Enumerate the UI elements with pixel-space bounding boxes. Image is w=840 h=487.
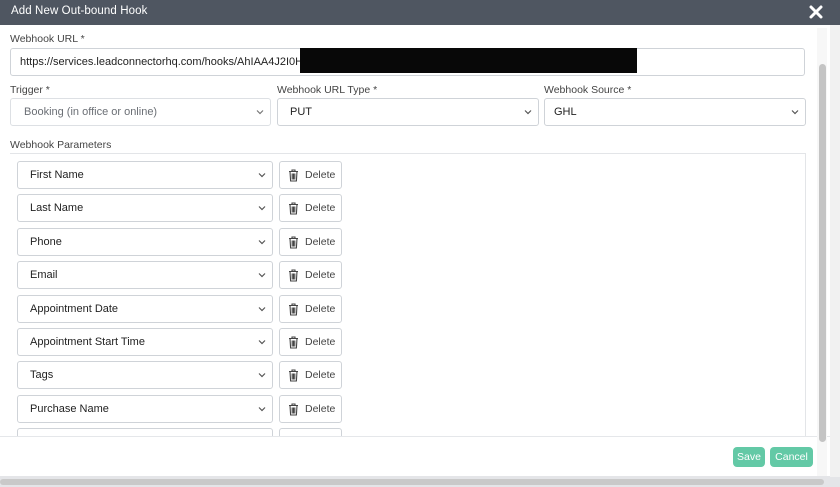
parameter-field-select[interactable]: Email — [17, 261, 273, 289]
url-type-selected-value: PUT — [290, 106, 312, 118]
delete-parameter-button[interactable]: Delete — [279, 395, 342, 423]
trigger-selected-value: Booking (in office or online) — [24, 106, 158, 118]
chevron-down-icon — [258, 307, 266, 312]
chevron-down-icon — [258, 240, 266, 245]
parameter-row: Last Name Delete — [17, 194, 347, 222]
delete-parameter-button[interactable]: Delete — [279, 161, 342, 189]
trash-icon — [289, 269, 298, 282]
parameter-row: Phone Delete — [17, 228, 347, 256]
chevron-down-icon — [258, 173, 266, 178]
save-button[interactable]: Save — [733, 447, 765, 467]
parameter-field-select[interactable]: Purchase Name — [17, 395, 273, 423]
add-outbound-hook-modal: Add New Out-bound Hook Webhook URL * htt… — [0, 0, 840, 476]
cancel-button[interactable]: Cancel — [770, 447, 813, 467]
modal-title: Add New Out-bound Hook — [11, 5, 148, 17]
parameter-field-value: Email — [30, 269, 58, 281]
parameter-field-value: Tags — [30, 369, 54, 381]
horizontal-scrollbar[interactable] — [0, 479, 824, 485]
delete-parameter-button[interactable]: Delete — [279, 194, 342, 222]
trash-icon — [289, 169, 298, 182]
delete-label: Delete — [305, 303, 336, 315]
delete-label: Delete — [305, 169, 336, 181]
delete-label: Delete — [305, 269, 336, 281]
parameter-field-select[interactable]: Last Name — [17, 194, 273, 222]
chevron-down-icon — [258, 206, 266, 211]
delete-parameter-button[interactable]: Delete — [279, 228, 342, 256]
parameter-field-select[interactable]: Phone — [17, 228, 273, 256]
chevron-down-icon — [791, 110, 799, 115]
chevron-down-icon — [256, 110, 264, 115]
page-scroll-gutter — [830, 25, 840, 477]
parameter-field-select[interactable]: Appointment Date — [17, 295, 273, 323]
parameter-field-value: First Name — [30, 169, 84, 181]
delete-label: Delete — [305, 236, 336, 248]
delete-label: Delete — [305, 403, 336, 415]
chevron-down-icon — [258, 373, 266, 378]
parameter-row: Tags Delete — [17, 361, 347, 389]
parameter-field-select[interactable]: Appointment Start Time — [17, 328, 273, 356]
trash-icon — [289, 369, 298, 382]
source-label: Webhook Source * — [544, 84, 632, 96]
delete-parameter-button[interactable]: Delete — [279, 328, 342, 356]
delete-parameter-button[interactable]: Delete — [279, 361, 342, 389]
parameter-row: Appointment Start Time Delete — [17, 328, 347, 356]
parameter-field-value: Appointment Date — [30, 303, 119, 315]
source-selected-value: GHL — [554, 106, 577, 118]
webhook-parameters-label: Webhook Parameters — [10, 139, 112, 151]
parameter-field-select[interactable]: First Name — [17, 161, 273, 189]
chevron-down-icon — [258, 407, 266, 412]
delete-parameter-button[interactable]: Delete — [279, 295, 342, 323]
modal-titlebar: Add New Out-bound Hook — [0, 0, 840, 25]
parameter-row: Purchase Name Delete — [17, 395, 347, 423]
chevron-down-icon — [258, 273, 266, 278]
parameter-row: Email Delete — [17, 261, 347, 289]
chevron-down-icon — [258, 340, 266, 345]
delete-label: Delete — [305, 202, 336, 214]
trash-icon — [289, 336, 298, 349]
trash-icon — [289, 202, 298, 215]
delete-label: Delete — [305, 336, 336, 348]
modal-footer: Save Cancel — [0, 436, 840, 476]
source-select[interactable]: GHL — [544, 98, 806, 126]
redacted-url-part — [300, 48, 637, 73]
parameter-field-value: Phone — [30, 236, 62, 248]
delete-parameter-button[interactable]: Delete — [279, 261, 342, 289]
parameter-field-select[interactable]: Tags — [17, 361, 273, 389]
parameter-field-value: Last Name — [30, 202, 84, 214]
parameter-row: First Name Delete — [17, 161, 347, 189]
parameter-row: Appointment Date Delete — [17, 295, 347, 323]
trash-icon — [289, 303, 298, 316]
webhook-parameters-list: First Name Delete Last Name Delete Phone Dele… — [10, 153, 806, 444]
delete-label: Delete — [305, 369, 336, 381]
trigger-select[interactable]: Booking (in office or online) — [10, 98, 271, 126]
parameter-field-value: Purchase Name — [30, 403, 109, 415]
trigger-label: Trigger * — [10, 84, 50, 96]
url-type-select[interactable]: PUT — [277, 98, 539, 126]
webhook-url-label: Webhook URL * — [10, 33, 85, 45]
vertical-scrollbar[interactable] — [819, 64, 826, 442]
parameter-field-value: Appointment Start Time — [30, 336, 145, 348]
url-type-label: Webhook URL Type * — [277, 84, 378, 96]
close-icon[interactable] — [808, 3, 824, 21]
trash-icon — [289, 403, 298, 416]
chevron-down-icon — [524, 110, 532, 115]
trash-icon — [289, 236, 298, 249]
